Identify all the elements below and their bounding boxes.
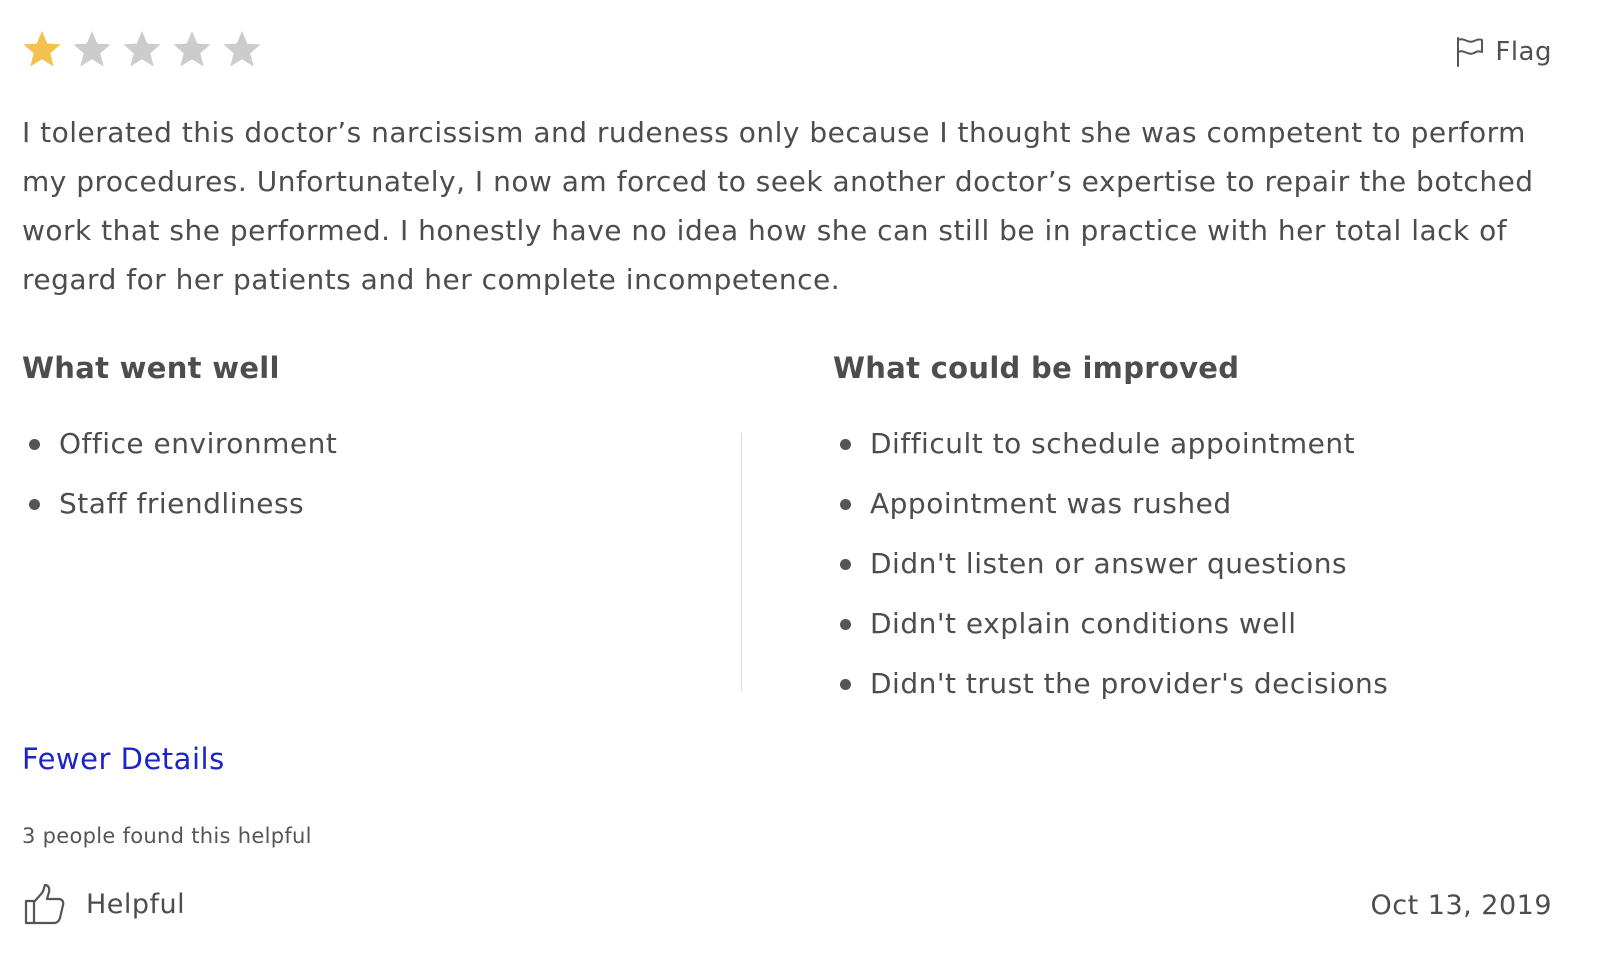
helpful-count: 3 people found this helpful	[22, 824, 312, 848]
list-item: Office environment	[22, 414, 722, 474]
bullet-icon	[840, 679, 851, 690]
bullet-icon	[840, 559, 851, 570]
column-divider	[741, 433, 742, 691]
could-improve-section: What could be improved Difficult to sche…	[833, 346, 1552, 714]
bullet-icon	[29, 499, 40, 510]
review-card: Flag I tolerated this doctor’s narcissis…	[22, 0, 1552, 975]
star-icon-empty	[222, 28, 262, 72]
list-item: Didn't explain conditions well	[833, 594, 1552, 654]
list-item: Staff friendliness	[22, 474, 722, 534]
went-well-heading: What went well	[22, 351, 280, 385]
bullet-icon	[29, 439, 40, 450]
review-date: Oct 13, 2019	[1370, 890, 1552, 921]
helpful-label: Helpful	[86, 888, 186, 920]
flag-button[interactable]: Flag	[1455, 36, 1552, 68]
list-item: Didn't listen or answer questions	[833, 534, 1552, 594]
bullet-icon	[840, 619, 851, 630]
star-icon-empty	[122, 28, 162, 72]
went-well-list: Office environment Staff friendliness	[22, 414, 722, 534]
bullet-icon	[840, 439, 851, 450]
star-icon-empty	[172, 28, 212, 72]
could-improve-heading: What could be improved	[833, 351, 1240, 385]
review-header: Flag	[22, 28, 1552, 76]
star-rating	[22, 28, 262, 72]
list-item: Difficult to schedule appointment	[833, 414, 1552, 474]
bullet-icon	[840, 499, 851, 510]
list-item: Appointment was rushed	[833, 474, 1552, 534]
flag-icon	[1455, 36, 1485, 68]
could-improve-list: Difficult to schedule appointment Appoin…	[833, 414, 1552, 714]
star-icon-filled	[22, 28, 62, 72]
star-icon-empty	[72, 28, 112, 72]
list-item: Didn't trust the provider's decisions	[833, 654, 1552, 714]
review-text: I tolerated this doctor’s narcissism and…	[22, 116, 1534, 296]
went-well-section: What went well Office environment Staff …	[22, 346, 722, 534]
flag-label: Flag	[1495, 37, 1552, 67]
thumbs-up-icon	[22, 882, 66, 926]
helpful-button[interactable]: Helpful	[22, 882, 185, 926]
fewer-details-link[interactable]: Fewer Details	[22, 742, 225, 776]
